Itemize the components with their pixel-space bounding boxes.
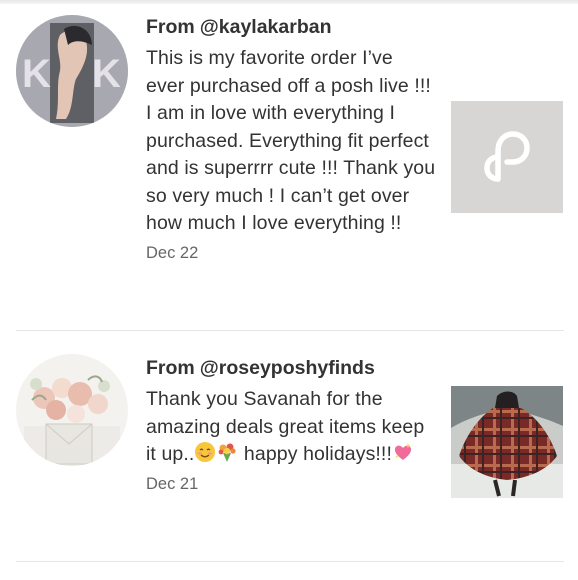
reviewer-handle-link[interactable]: @roseyposhyfinds bbox=[200, 357, 375, 379]
listing-thumbnail[interactable] bbox=[451, 386, 563, 498]
svg-text:K: K bbox=[22, 52, 51, 96]
svg-text:K: K bbox=[92, 52, 121, 96]
review-text: Thank you Savanah for the amazing deals … bbox=[146, 386, 436, 469]
sparkling-heart-icon bbox=[394, 443, 412, 460]
plaid-poncho-photo bbox=[451, 386, 563, 498]
bouquet-icon bbox=[219, 443, 237, 462]
flower-bouquet-avatar bbox=[16, 354, 128, 466]
avatar[interactable]: K K bbox=[16, 15, 128, 127]
review-content: From @roseyposhyfinds Thank you Savanah f… bbox=[146, 354, 436, 494]
review-from-line: From @kaylakarban bbox=[146, 13, 436, 41]
review-text-part: happy holidays!!! bbox=[238, 443, 392, 465]
review-date: Dec 22 bbox=[146, 243, 199, 262]
review-divider bbox=[16, 561, 564, 562]
review-from-line: From @roseyposhyfinds bbox=[146, 354, 436, 382]
listing-thumbnail[interactable] bbox=[451, 101, 563, 213]
smiling-face-icon bbox=[195, 442, 216, 462]
review-item: K K From @kaylakarban This is my favorite… bbox=[0, 0, 578, 331]
from-label: From bbox=[146, 357, 195, 379]
review-list: K K From @kaylakarban This is my favorite… bbox=[0, 0, 578, 580]
review-date: Dec 21 bbox=[146, 474, 199, 493]
from-label: From bbox=[146, 16, 195, 38]
avatar[interactable] bbox=[16, 354, 128, 466]
review-text: This is my favorite order I’ve ever purc… bbox=[146, 47, 436, 234]
reviewer-handle-link[interactable]: @kaylakarban bbox=[200, 16, 332, 38]
avatar-image: K K bbox=[16, 15, 128, 127]
review-content: From @kaylakarban This is my favorite ord… bbox=[146, 13, 436, 263]
poshmark-logo-icon bbox=[451, 101, 563, 213]
review-item: From @roseyposhyfinds Thank you Savanah f… bbox=[0, 331, 578, 562]
